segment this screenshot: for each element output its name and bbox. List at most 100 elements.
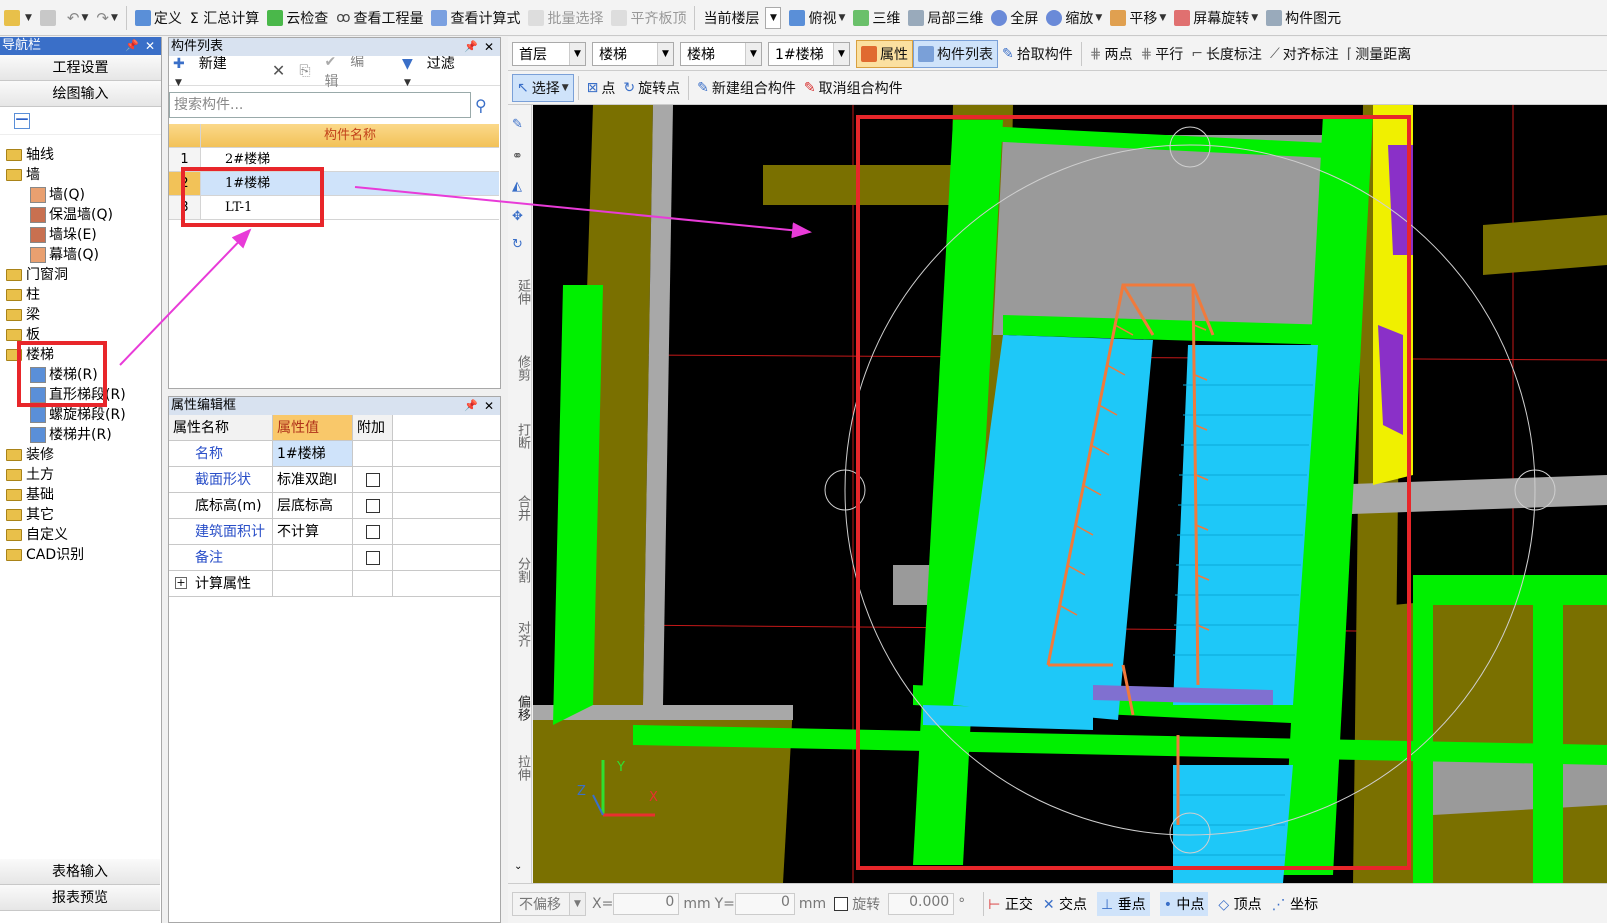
toolbar-zoom[interactable]: 缩放 ▼ <box>1042 4 1106 32</box>
filter-button[interactable]: ▼ 过滤▼ <box>402 53 486 89</box>
align-dim-button[interactable]: ⟋ 对齐标注 <box>1266 40 1343 68</box>
table-input-button[interactable]: 表格输入 <box>0 859 160 885</box>
mirror-icon[interactable]: ◭ <box>512 179 522 194</box>
cancel-group-button[interactable]: ✎ 取消组合构件 <box>800 74 907 102</box>
undo-icon[interactable]: ↶ ▼ <box>63 4 93 32</box>
edit-button[interactable]: ✔ 编辑 <box>325 51 388 91</box>
y-input[interactable]: 0 <box>734 892 795 915</box>
report-preview-button[interactable]: 报表预览 <box>0 885 160 911</box>
tree-folder[interactable]: 柱 <box>6 285 40 305</box>
toolbar-component-element[interactable]: 构件图元 <box>1262 4 1345 32</box>
measure-distance-button[interactable]: ⌈ 测量距离 <box>1343 40 1415 68</box>
property-value[interactable]: 不计算 <box>273 519 353 544</box>
tree-item[interactable]: 螺旋梯段(R) <box>30 405 126 425</box>
toolbar-view-quantity[interactable]: ꝏ 查看工程量 <box>332 4 427 32</box>
tree-folder[interactable]: 自定义 <box>6 525 68 545</box>
extra-checkbox[interactable] <box>365 550 380 565</box>
rotate-icon[interactable]: ↻ <box>512 237 523 252</box>
property-value[interactable]: 层底标高 <box>273 493 353 518</box>
rotate-checkbox[interactable] <box>834 896 849 911</box>
tree-item[interactable]: 幕墙(Q) <box>30 245 99 265</box>
brush-icon[interactable]: ✎ <box>512 117 523 132</box>
toolbar-summary[interactable]: Σ 汇总计算 <box>186 4 263 32</box>
toolbar-fullscreen[interactable]: 全屏 <box>987 4 1042 32</box>
extra-checkbox[interactable] <box>365 524 380 539</box>
toolbar-local-3d[interactable]: 局部三维 <box>904 4 987 32</box>
close-icon[interactable]: ✕ <box>484 38 494 56</box>
angle-input[interactable]: 0.000 <box>888 892 955 915</box>
select-button[interactable]: ↖ 选择 ▼ <box>512 73 574 102</box>
property-value[interactable]: 标准双跑I <box>273 467 353 492</box>
component-list-toggle-button[interactable]: 构件列表 <box>913 39 998 68</box>
extra-checkbox[interactable] <box>365 472 380 487</box>
move-icon[interactable]: ✥ <box>512 209 523 224</box>
align-tool[interactable]: 对齐 <box>510 621 530 647</box>
rotate-point-button[interactable]: ↻ 旋转点 <box>619 74 684 102</box>
drawing-input-button[interactable]: 绘图输入 <box>0 81 161 107</box>
two-points-button[interactable]: ⋕ 两点 <box>1086 40 1137 68</box>
toolbar-batch-select[interactable]: 批量选择 <box>524 4 607 32</box>
tree-folder[interactable]: 装修 <box>6 445 54 465</box>
tree-folder[interactable]: 基础 <box>6 485 54 505</box>
extra-checkbox[interactable] <box>365 498 380 513</box>
pin-icon[interactable]: 📌 <box>125 37 139 55</box>
open-icon[interactable]: ▼ <box>0 4 36 32</box>
perpendicular-toggle[interactable]: ⊥ 垂点 <box>1097 891 1150 916</box>
redo-icon[interactable]: ↷ ▼ <box>92 4 122 32</box>
expand-icon[interactable]: + <box>175 577 187 589</box>
offset-tool[interactable]: 偏移 <box>510 695 530 721</box>
trim-tool[interactable]: 修剪 <box>510 355 530 381</box>
vertex-toggle[interactable]: ◇ 顶点 <box>1218 894 1261 914</box>
tree-item[interactable]: 墙(Q) <box>30 185 85 205</box>
tree-folder[interactable]: CAD识别 <box>6 545 84 565</box>
tree-folder[interactable]: 梁 <box>6 305 40 325</box>
break-tool[interactable]: 打断 <box>510 423 530 449</box>
extend-tool[interactable]: 延伸 <box>510 279 530 305</box>
tree-folder[interactable]: 轴线 <box>6 145 54 165</box>
project-settings-button[interactable]: 工程设置 <box>0 55 161 81</box>
property-row[interactable]: 建筑面积计 不计算 <box>169 519 500 545</box>
copy-icon[interactable]: ⚭ <box>512 149 523 164</box>
length-dim-button[interactable]: ⌐ 长度标注 <box>1187 40 1266 68</box>
tree-item[interactable]: 保温墙(Q) <box>30 205 113 225</box>
pin-icon[interactable]: 📌 <box>464 38 478 56</box>
x-input[interactable]: 0 <box>613 892 680 915</box>
close-icon[interactable]: ✕ <box>484 397 494 415</box>
tree-folder[interactable]: 土方 <box>6 465 54 485</box>
offset-select[interactable]: 不偏移 ▼ <box>512 891 586 916</box>
more-icon[interactable]: ⌄ <box>514 861 522 872</box>
tree-item[interactable]: 墙垛(E) <box>30 225 97 245</box>
tree-folder[interactable]: 墙 <box>6 165 40 185</box>
pick-component-button[interactable]: ✎ 拾取构件 <box>998 40 1077 68</box>
split-tool[interactable]: 分割 <box>510 557 530 583</box>
search-input[interactable]: 搜索构件... <box>169 92 471 118</box>
toolbar-screen-rotate[interactable]: 屏幕旋转 ▼ <box>1170 4 1262 32</box>
merge-tool[interactable]: 合并 <box>510 495 530 521</box>
midpoint-toggle[interactable]: • 中点 <box>1159 891 1209 916</box>
pin-icon[interactable]: 📌 <box>464 397 478 415</box>
toolbar-define[interactable]: 定义 <box>131 4 186 32</box>
property-row[interactable]: + 计算属性 <box>169 571 500 597</box>
property-value[interactable] <box>273 545 353 570</box>
property-row[interactable]: 备注 <box>169 545 500 571</box>
save-icon[interactable] <box>36 4 63 32</box>
floor-select[interactable]: 首层 ▼ <box>512 41 586 66</box>
component-select[interactable]: 1#楼梯 ▼ <box>768 41 850 66</box>
property-value[interactable]: 1#楼梯 <box>273 441 353 466</box>
tree-folder[interactable]: 门窗洞 <box>6 265 68 285</box>
toolbar-pan[interactable]: 平移 ▼ <box>1106 4 1170 32</box>
point-button[interactable]: ⊠ 点 <box>583 74 620 102</box>
ortho-toggle[interactable]: ⊢ 正交 <box>988 894 1033 914</box>
delete-icon[interactable]: ✕ <box>272 61 285 80</box>
coord-toggle[interactable]: ⋰ 坐标 <box>1272 894 1318 914</box>
close-icon[interactable]: ✕ <box>145 37 155 55</box>
property-value[interactable] <box>273 571 353 596</box>
search-icon[interactable]: ⚲ <box>475 96 487 115</box>
property-row[interactable]: 名称 1#楼梯 <box>169 441 500 467</box>
copy-icon[interactable]: ⎘ <box>299 63 310 79</box>
toolbar-view-formula[interactable]: 查看计算式 <box>427 4 524 32</box>
collapse-all-icon[interactable]: — <box>14 113 30 129</box>
property-toggle-button[interactable]: 属性 <box>856 39 913 68</box>
property-row[interactable]: 截面形状 标准双跑I <box>169 467 500 493</box>
type-select[interactable]: 楼梯 ▼ <box>680 41 762 66</box>
